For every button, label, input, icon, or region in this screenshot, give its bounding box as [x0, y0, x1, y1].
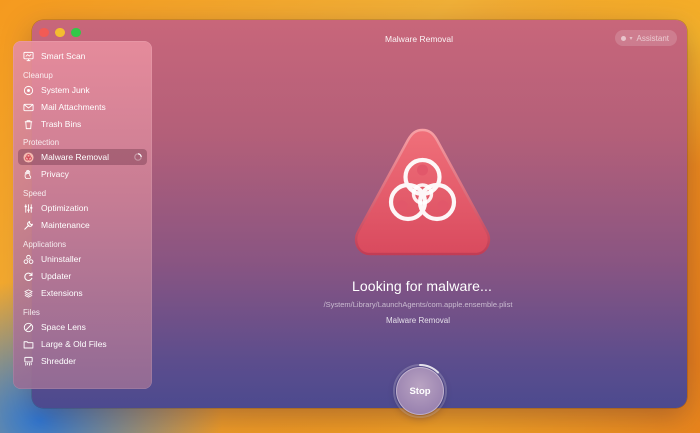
updater-icon [23, 271, 34, 282]
system-junk-icon [23, 85, 34, 96]
fullscreen-button[interactable] [71, 28, 80, 37]
sidebar-item-label: Privacy [41, 169, 69, 179]
sidebar-item-label: Space Lens [41, 322, 86, 332]
scan-status-title: Looking for malware... [352, 278, 492, 294]
titlebar-controls [39, 28, 80, 37]
sidebar-item-shredder[interactable]: Shredder [18, 353, 147, 369]
sidebar-item-smart-scan[interactable]: Smart Scan [18, 48, 147, 64]
monitor-icon [23, 51, 34, 62]
space-lens-icon [23, 322, 34, 333]
sidebar-item-label: Mail Attachments [41, 102, 106, 112]
stop-button-container: Stop [392, 363, 448, 419]
sidebar: Smart Scan Cleanup System Junk Mail Atta… [13, 41, 152, 389]
hand-icon [23, 169, 34, 180]
sidebar-item-label: Extensions [41, 288, 83, 298]
uninstaller-icon [23, 254, 34, 265]
sliders-icon [23, 203, 34, 214]
sidebar-item-malware-removal[interactable]: Malware Removal [18, 149, 147, 165]
trash-icon [23, 119, 34, 130]
current-scan-path: /System/Library/LaunchAgents/com.apple.e… [323, 300, 513, 309]
sidebar-item-optimization[interactable]: Optimization [18, 200, 147, 216]
assistant-button[interactable]: ▾ Assistant [614, 30, 677, 46]
biohazard-small-icon [23, 151, 34, 163]
sidebar-item-label: Malware Removal [41, 152, 110, 162]
sidebar-item-label: Shredder [41, 356, 76, 366]
biohazard-icon [354, 128, 491, 256]
sidebar-item-maintenance[interactable]: Maintenance [18, 217, 147, 233]
section-header-speed: Speed [23, 189, 47, 198]
section-header-applications: Applications [23, 240, 67, 249]
sidebar-item-extensions[interactable]: Extensions [18, 285, 147, 301]
sidebar-item-label: Trash Bins [41, 119, 82, 129]
sidebar-item-label: Updater [41, 271, 72, 281]
close-button[interactable] [39, 28, 48, 37]
sidebar-item-uninstaller[interactable]: Uninstaller [18, 251, 147, 267]
sidebar-item-system-junk[interactable]: System Junk [18, 82, 147, 98]
stop-button[interactable]: Stop [396, 367, 444, 415]
window-title: Malware Removal [384, 34, 454, 44]
mail-icon [23, 102, 34, 113]
sidebar-item-space-lens[interactable]: Space Lens [18, 319, 147, 335]
sidebar-item-label: System Junk [41, 85, 90, 95]
minimize-button[interactable] [55, 28, 64, 37]
sidebar-item-label: Uninstaller [41, 254, 82, 264]
wrench-icon [23, 220, 34, 231]
sidebar-item-label: Maintenance [41, 220, 90, 230]
module-label: Malware Removal [385, 316, 451, 325]
section-header-protection: Protection [23, 138, 60, 147]
sidebar-item-updater[interactable]: Updater [18, 268, 147, 284]
progress-spinner-icon [134, 153, 142, 161]
section-header-cleanup: Cleanup [23, 71, 53, 80]
chevron-down-icon: ▾ [629, 35, 633, 42]
folder-icon [23, 339, 34, 350]
section-header-files: Files [23, 308, 40, 317]
sidebar-item-large-old-files[interactable]: Large & Old Files [18, 336, 147, 352]
sidebar-item-label: Optimization [41, 203, 89, 213]
sidebar-item-label: Smart Scan [41, 51, 86, 61]
extensions-icon [23, 288, 34, 299]
sidebar-item-mail-attachments[interactable]: Mail Attachments [18, 99, 147, 115]
sidebar-item-label: Large & Old Files [41, 339, 107, 349]
sidebar-item-privacy[interactable]: Privacy [18, 166, 147, 182]
sidebar-item-trash-bins[interactable]: Trash Bins [18, 116, 147, 132]
shredder-icon [23, 356, 34, 367]
assistant-dot-icon [620, 35, 626, 41]
assistant-label: Assistant [636, 33, 669, 43]
